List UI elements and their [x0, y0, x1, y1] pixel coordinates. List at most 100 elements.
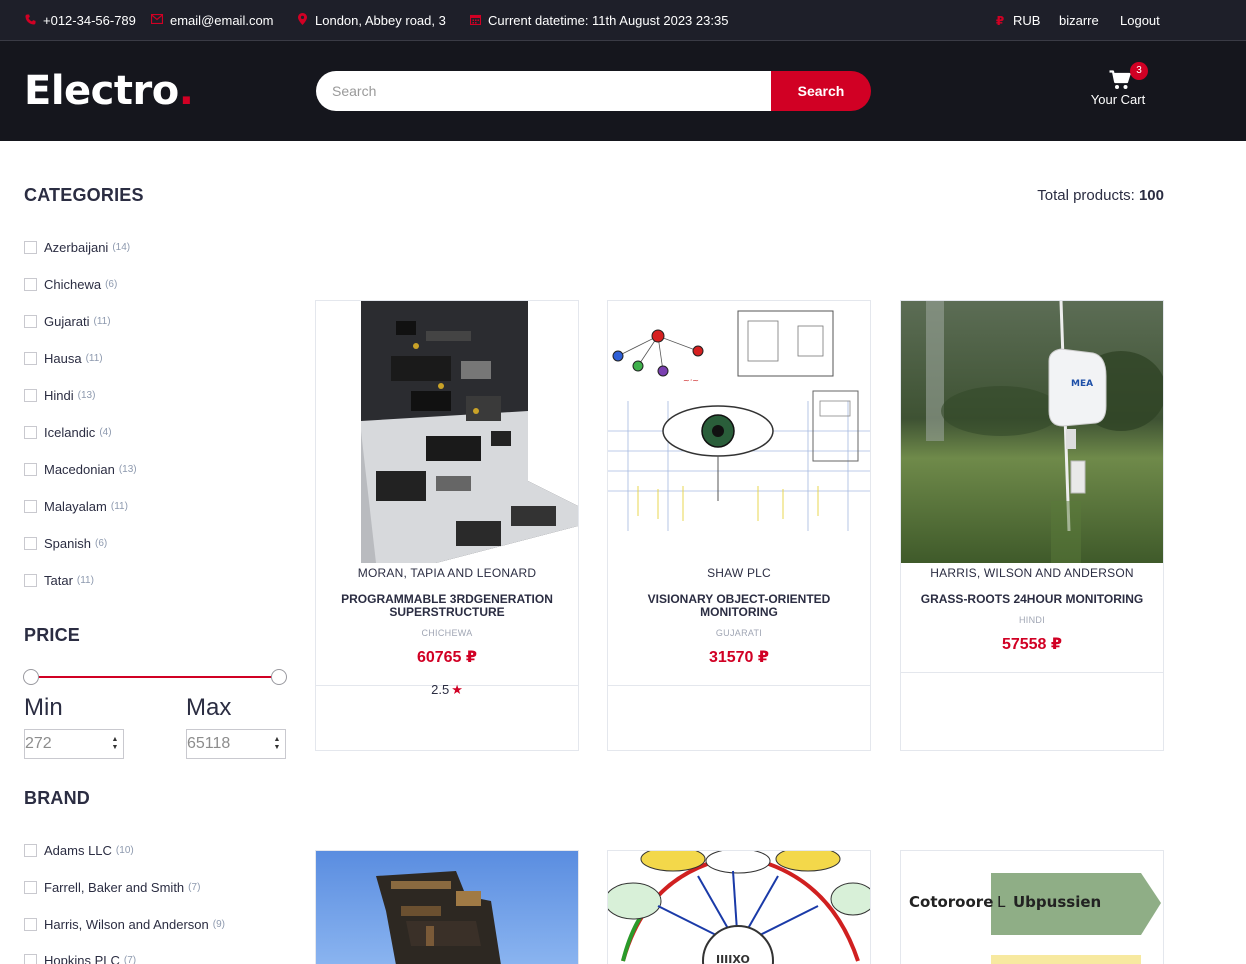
category-count: (11): [93, 315, 111, 327]
category-filter-spanish[interactable]: Spanish (6): [24, 535, 107, 551]
price-max-input[interactable]: 65118 ▲ ▼: [186, 729, 286, 759]
brand-count: (7): [188, 881, 201, 893]
category-filter-tatar[interactable]: Tatar (11): [24, 572, 94, 588]
checkbox[interactable]: [24, 462, 37, 476]
product-name[interactable]: Grass-roots 24hour monitoring: [912, 593, 1152, 606]
max-label: Max: [186, 694, 232, 721]
product-card[interactable]: Moran, Tapia and Leonard Programmable 3r…: [315, 300, 579, 751]
category-filter-hindi[interactable]: Hindi (13): [24, 387, 95, 403]
category-count: (14): [112, 241, 131, 253]
email-text: email@email.com: [170, 13, 274, 28]
checkbox[interactable]: [24, 499, 37, 513]
product-image[interactable]: IIIIXO: [608, 851, 870, 964]
checkbox[interactable]: [24, 953, 37, 964]
brand-label: Farrell, Baker and Smith: [44, 879, 185, 895]
product-card[interactable]: IIIIXO: [607, 850, 871, 964]
star-icon: ★: [451, 682, 463, 697]
category-filter-gujarati[interactable]: Gujarati (11): [24, 313, 111, 329]
price-min-input[interactable]: 272 ▲ ▼: [24, 729, 124, 759]
category-label: Azerbaijani: [44, 239, 109, 255]
checkbox[interactable]: [24, 351, 37, 365]
product-image[interactable]: ~·~: [608, 301, 870, 563]
product-card[interactable]: ~·~ Shaw PLC Visionary object-oriented m…: [607, 300, 871, 751]
checkbox[interactable]: [24, 240, 37, 254]
category-label: Macedonian: [44, 461, 115, 477]
product-name[interactable]: Programmable 3rdgeneration superstructur…: [327, 593, 567, 619]
search-input[interactable]: [316, 71, 772, 111]
product-body: Shaw PLC Visionary object-oriented monit…: [608, 563, 870, 667]
brand-filter-harris-wilson-anderson[interactable]: Harris, Wilson and Anderson (9): [24, 916, 225, 932]
product-brand: Moran, Tapia and Leonard: [357, 566, 537, 580]
category-filter-malayalam[interactable]: Malayalam (11): [24, 498, 128, 514]
card-divider: [608, 685, 870, 686]
search-button[interactable]: Search: [771, 71, 871, 111]
product-image[interactable]: MEA: [901, 301, 1163, 563]
spinner-arrows-icon[interactable]: ▲ ▼: [110, 736, 120, 752]
cart-link[interactable]: 3 Your Cart: [1086, 61, 1150, 111]
checkbox[interactable]: [24, 314, 37, 328]
logout-link[interactable]: Logout: [1120, 0, 1160, 41]
product-image[interactable]: Cotoroore L Ubpussien: [901, 851, 1163, 964]
checkbox[interactable]: [24, 425, 37, 439]
phone-link[interactable]: +012-34-56-789: [24, 0, 136, 41]
spinner-arrows-icon[interactable]: ▲ ▼: [272, 736, 282, 752]
product-price: 60765 ₽: [416, 649, 478, 666]
category-count: (4): [99, 426, 112, 438]
categories-title: CATEGORIES: [24, 185, 144, 205]
product-price: 57558 ₽: [1001, 636, 1063, 653]
checkbox[interactable]: [24, 843, 37, 857]
product-card[interactable]: Cotoroore L Ubpussien: [900, 850, 1164, 964]
svg-text:~·~: ~·~: [683, 376, 699, 385]
product-category: Chichewa: [421, 628, 473, 638]
rating-value: 2.5: [431, 682, 450, 697]
currency-switch[interactable]: ₽ RUB: [994, 0, 1041, 41]
category-filter-azerbaijani[interactable]: Azerbaijani (14): [24, 239, 130, 255]
account-link[interactable]: bizarre: [1059, 0, 1099, 41]
product-image[interactable]: [316, 301, 578, 563]
address-link[interactable]: London, Abbey road, 3: [296, 0, 446, 41]
category-label: Gujarati: [44, 313, 90, 329]
phone-text: +012-34-56-789: [43, 13, 136, 28]
checkbox[interactable]: [24, 388, 37, 402]
price-slider-track[interactable]: [31, 676, 279, 678]
brand-filter-hopkins-plc[interactable]: Hopkins PLC (7): [24, 952, 136, 964]
price-slider-min-handle[interactable]: [23, 669, 39, 685]
product-category: Gujarati: [715, 628, 763, 638]
top-header: +012-34-56-789 email@email.com London, A…: [0, 0, 1246, 41]
product-rating: 2.5 ★: [316, 682, 578, 698]
price-title: PRICE: [24, 625, 81, 645]
map-marker-icon: [296, 13, 308, 28]
product-card[interactable]: [315, 850, 579, 964]
brand-filter-adams-llc[interactable]: Adams LLC (10): [24, 842, 134, 858]
logo-dot: .: [178, 68, 194, 114]
category-filter-macedonian[interactable]: Macedonian (13): [24, 461, 137, 477]
brand-label: Harris, Wilson and Anderson: [44, 916, 209, 932]
svg-text:MEA: MEA: [1071, 379, 1093, 389]
price-min-value: 272: [25, 735, 52, 752]
email-link[interactable]: email@email.com: [150, 0, 274, 41]
category-filter-icelandic[interactable]: Icelandic (4): [24, 424, 112, 440]
checkbox[interactable]: [24, 277, 37, 291]
search-form: Search: [316, 71, 871, 111]
site-logo[interactable]: Electro.: [24, 67, 194, 115]
category-filter-chichewa[interactable]: Chichewa (6): [24, 276, 117, 292]
category-filter-hausa[interactable]: Hausa (11): [24, 350, 103, 366]
main-header: Electro. Search 3 Your Cart: [0, 41, 1246, 141]
product-price: 31570 ₽: [708, 649, 770, 666]
product-body: Harris, Wilson and Anderson Grass-roots …: [901, 563, 1163, 654]
logout-text: Logout: [1120, 13, 1160, 28]
brand-label: Adams LLC: [44, 842, 112, 858]
brand-filter-farrell-baker-smith[interactable]: Farrell, Baker and Smith (7): [24, 879, 200, 895]
checkbox[interactable]: [24, 573, 37, 587]
checkbox[interactable]: [24, 917, 37, 931]
checkbox[interactable]: [24, 880, 37, 894]
checkbox[interactable]: [24, 536, 37, 550]
category-count: (11): [76, 574, 94, 586]
logo-text: Electro: [24, 68, 179, 114]
product-image[interactable]: [316, 851, 578, 964]
card-divider: [901, 672, 1163, 673]
product-card[interactable]: MEA Harris, Wilson and Anderson Grass-ro…: [900, 300, 1164, 751]
product-name[interactable]: Visionary object-oriented monitoring: [619, 593, 859, 619]
category-label: Icelandic: [44, 424, 96, 440]
price-slider-max-handle[interactable]: [271, 669, 287, 685]
